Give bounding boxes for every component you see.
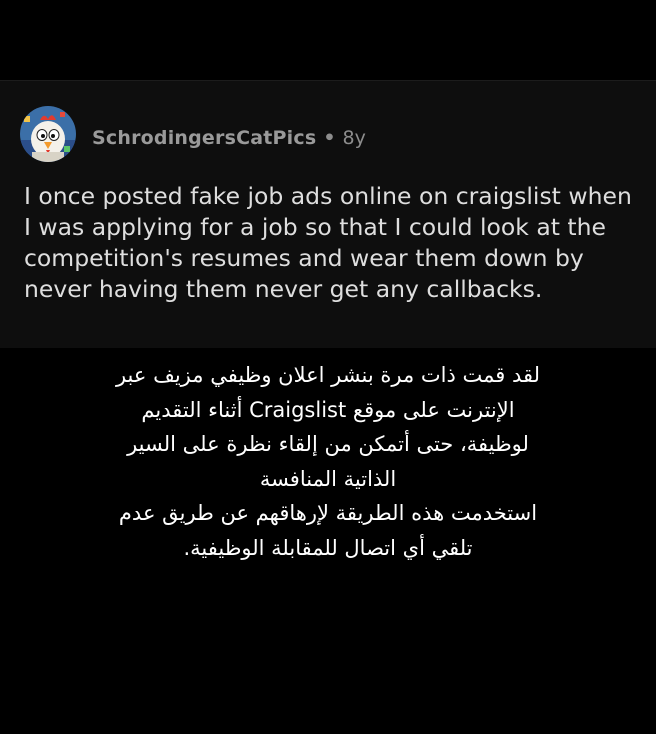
caption-line: استخدمت هذه الطريقة لإرهاقهم عن طريق عدم bbox=[118, 501, 538, 525]
top-blank-area bbox=[0, 0, 656, 80]
username-link[interactable]: SchrodingersCatPics bbox=[92, 127, 316, 149]
caption-line: الإنترنت على موقع Craigslist أثناء التقد… bbox=[141, 397, 515, 422]
comment-header: SchrodingersCatPics • 8y bbox=[92, 124, 366, 152]
comment-age: 8y bbox=[342, 127, 366, 149]
snoo-chicken-avatar-icon[interactable] bbox=[20, 106, 76, 162]
divider bbox=[0, 80, 656, 81]
arabic-caption: لقد قمت ذات مرة بنشر اعلان وظيفي مزيف عب… bbox=[60, 358, 596, 565]
caption-line: لوظيفة، حتى أتمكن من إلقاء نظرة على السي… bbox=[127, 432, 529, 456]
comment-card: SchrodingersCatPics • 8y I once posted f… bbox=[0, 80, 656, 348]
caption-line: لقد قمت ذات مرة بنشر اعلان وظيفي مزيف عب… bbox=[115, 363, 541, 387]
separator-dot: • bbox=[323, 127, 336, 149]
caption-line: تلقي أي اتصال للمقابلة الوظيفية. bbox=[183, 535, 473, 560]
comment-body: I once posted fake job ads online on cra… bbox=[24, 182, 632, 303]
caption-line: الذاتية المنافسة bbox=[259, 466, 397, 491]
